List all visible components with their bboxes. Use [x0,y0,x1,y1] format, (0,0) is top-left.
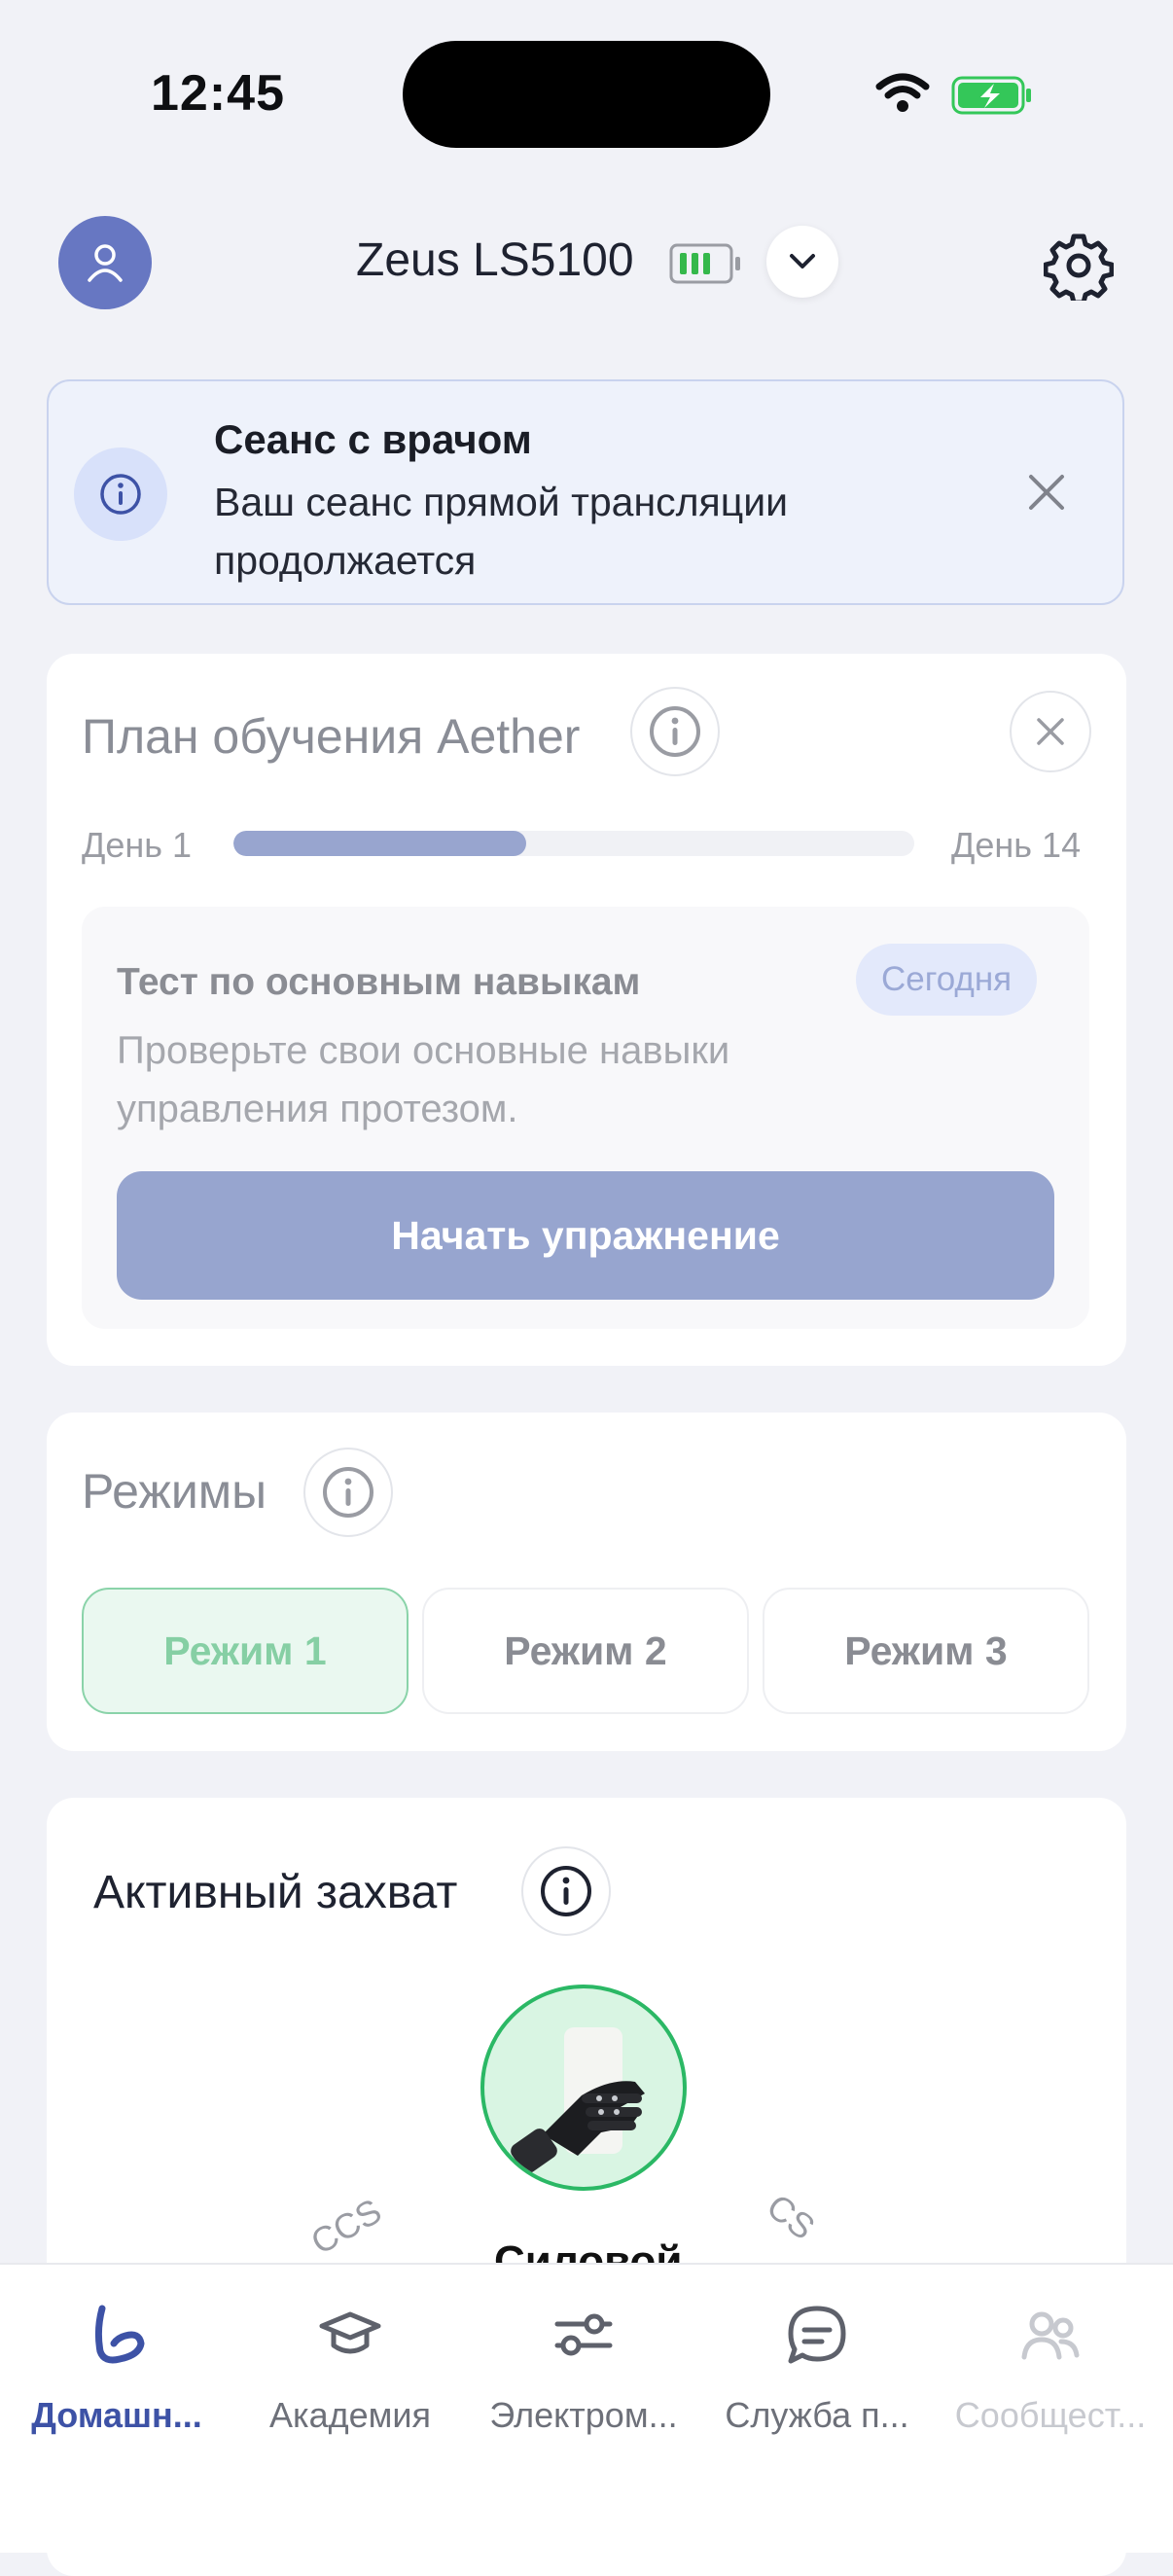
device-battery-icon [669,243,741,289]
nav-home-label: Домашн... [31,2395,202,2435]
training-plan-card: План обучения Aether День 1 День 14 Тест… [47,654,1126,1366]
nav-support-label: Служба п... [725,2395,909,2435]
doctor-session-banner: Сеанс с врачом Ваш сеанс прямой трансляц… [47,379,1124,605]
mode-1-button[interactable]: Режим 1 [82,1588,409,1714]
home-arm-icon [0,2294,233,2376]
sliders-icon [467,2294,700,2376]
dynamic-island [403,41,770,148]
settings-button[interactable] [1039,226,1119,305]
training-plan-info-button[interactable] [630,687,720,776]
info-icon [541,1866,591,1916]
close-icon [1037,718,1064,745]
plan-progress-fill [233,831,526,856]
task-card: Тест по основным навыкам Сегодня Проверь… [82,907,1089,1329]
profile-avatar-button[interactable] [58,216,152,309]
training-plan-title: План обучения Aether [82,709,581,764]
mode-3-button[interactable]: Режим 3 [763,1588,1089,1714]
modes-card: Режимы Режим 1 Режим 2 Режим 3 [47,1413,1126,1751]
community-icon [934,2294,1167,2376]
device-dropdown-button[interactable] [766,226,838,298]
nav-electro-label: Электром... [489,2395,678,2435]
graduation-cap-icon [233,2294,467,2376]
plan-day-start: День 1 [82,825,193,865]
start-exercise-button[interactable]: Начать упражнение [117,1171,1054,1300]
device-name[interactable]: Zeus LS5100 [356,233,634,287]
info-icon [650,706,700,757]
nav-support[interactable]: Служба п... [700,2294,934,2436]
task-description: Проверьте свои основные навыки управлени… [117,1029,730,1130]
task-title: Тест по основным навыкам [117,961,641,1003]
nav-community[interactable]: Сообщест... [934,2294,1167,2436]
prosthetic-hand-icon [511,2027,645,2173]
bottom-navigation: Домашн... Академия Электром... Служба п.… [0,2263,1173,2553]
modes-info-button[interactable] [303,1448,393,1537]
nav-academy[interactable]: Академия [233,2294,467,2436]
nav-academy-label: Академия [269,2395,431,2435]
nav-community-label: Сообщест... [954,2395,1147,2435]
banner-text: Ваш сеанс прямой трансляции продолжается [214,480,789,583]
active-grip-button[interactable] [480,1985,687,2191]
training-plan-close-button[interactable] [1010,691,1091,772]
plan-day-end: День 14 [951,825,1082,865]
banner-title: Сеанс с врачом [214,416,532,462]
active-grip-title: Активный захват [93,1867,458,1918]
battery-icon [951,76,1033,120]
info-icon [74,447,167,541]
info-icon [323,1467,373,1518]
modes-title: Режимы [82,1464,267,1519]
chat-icon [700,2294,934,2376]
ccs-label: CCS [303,2190,388,2263]
nav-home[interactable]: Домашн... [0,2294,233,2436]
active-grip-info-button[interactable] [521,1846,611,1936]
status-time: 12:45 [151,65,285,122]
cs-label: CS [759,2186,823,2248]
nav-electro[interactable]: Электром... [467,2294,700,2436]
close-icon [1029,475,1064,510]
task-badge: Сегодня [856,944,1038,1016]
chevron-down-icon [790,254,815,268]
gear-icon [1044,233,1114,301]
plan-progress-bar [233,831,914,856]
wifi-icon [875,73,930,119]
user-icon [88,244,123,282]
mode-2-button[interactable]: Режим 2 [422,1588,749,1714]
banner-close-button[interactable] [1012,457,1082,527]
